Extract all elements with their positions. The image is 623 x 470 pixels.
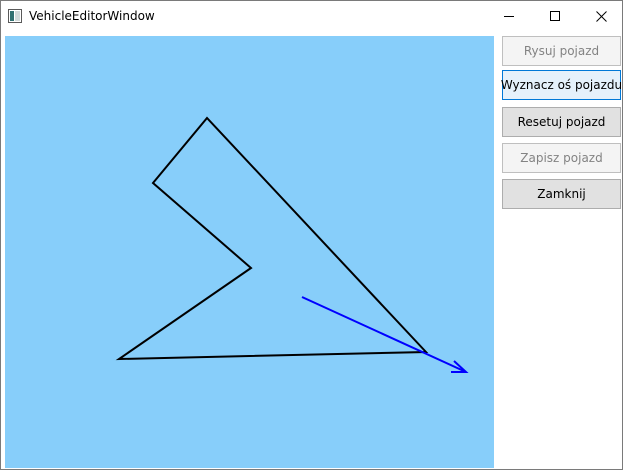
- reset-vehicle-button[interactable]: Resetuj pojazd: [502, 107, 621, 137]
- minimize-icon: [504, 11, 514, 21]
- window-title: VehicleEditorWindow: [29, 9, 155, 23]
- title-bar[interactable]: VehicleEditorWindow: [1, 1, 622, 31]
- vehicle-editor-window: VehicleEditorWindow Rysuj pojazd Wyznacz…: [0, 0, 623, 470]
- app-window-icon: [8, 8, 22, 23]
- draw-vehicle-button[interactable]: Rysuj pojazd: [502, 36, 621, 66]
- minimize-button[interactable]: [486, 1, 532, 31]
- maximize-button[interactable]: [532, 1, 578, 31]
- close-button[interactable]: [578, 1, 623, 31]
- close-icon: [595, 10, 607, 22]
- drawing-canvas[interactable]: [5, 36, 494, 468]
- close-window-button[interactable]: Zamknij: [502, 179, 621, 209]
- determine-vehicle-axis-button[interactable]: Wyznacz oś pojazdu: [501, 70, 622, 100]
- vehicle-outline: [115, 116, 429, 361]
- maximize-icon: [550, 11, 560, 21]
- save-vehicle-button[interactable]: Zapisz pojazd: [502, 143, 621, 173]
